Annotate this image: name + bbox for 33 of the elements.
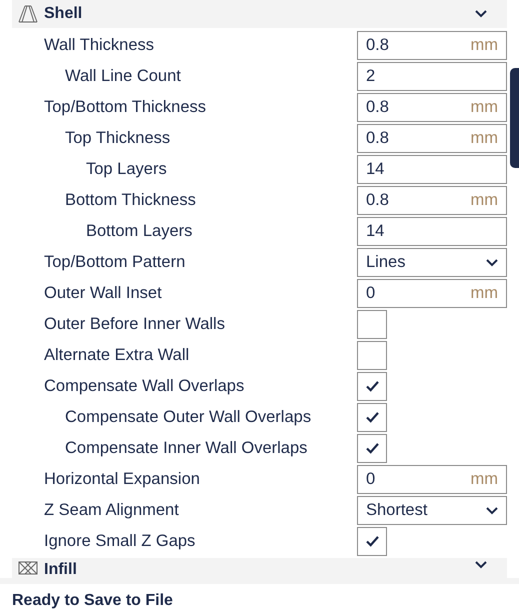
setting-label: Outer Before Inner Walls [43, 315, 226, 334]
section-title: Infill [44, 561, 78, 578]
setting-label: Bottom Thickness [64, 191, 197, 210]
setting-label: Compensate Inner Wall Overlaps [64, 439, 308, 458]
setting-label: Outer Wall Inset [43, 284, 163, 303]
input-field[interactable]: 14 [357, 217, 507, 246]
dropdown[interactable]: Lines [357, 248, 507, 277]
dropdown[interactable]: Shortest [357, 496, 507, 525]
section-title: Shell [44, 5, 84, 23]
input-field[interactable]: 14 [357, 155, 507, 184]
setting-label: Top Thickness [64, 129, 172, 148]
section-header[interactable]: Infill [12, 558, 507, 578]
setting-label: Top/Bottom Thickness [43, 98, 208, 117]
section-header[interactable]: Shell [12, 0, 507, 28]
input-field[interactable]: 2 [357, 62, 507, 91]
input-field[interactable]: 0.8 mm [357, 93, 507, 122]
setting-label: Bottom Layers [85, 222, 194, 241]
input-field[interactable]: 0.8 mm [357, 124, 507, 153]
setting-label: Alternate Extra Wall [43, 346, 190, 365]
setting-label: Top Layers [85, 160, 168, 179]
setting-label: Compensate Outer Wall Overlaps [64, 408, 312, 427]
input-field[interactable]: 0.8 mm [357, 186, 507, 215]
setting-label: Wall Line Count [64, 67, 182, 86]
setting-label: Wall Thickness [43, 36, 156, 55]
setting-label: Z Seam Alignment [43, 501, 180, 520]
setting-label: Compensate Wall Overlaps [43, 377, 246, 396]
input-field[interactable]: 0.8 mm [357, 31, 507, 60]
setting-label: Ignore Small Z Gaps [43, 532, 196, 551]
setting-label: Top/Bottom Pattern [43, 253, 186, 272]
status-title: Ready to Save to File [12, 592, 173, 610]
input-field[interactable]: 0 mm [357, 279, 507, 308]
input-field[interactable]: 0 mm [357, 465, 507, 494]
setting-label: Horizontal Expansion [43, 470, 201, 489]
